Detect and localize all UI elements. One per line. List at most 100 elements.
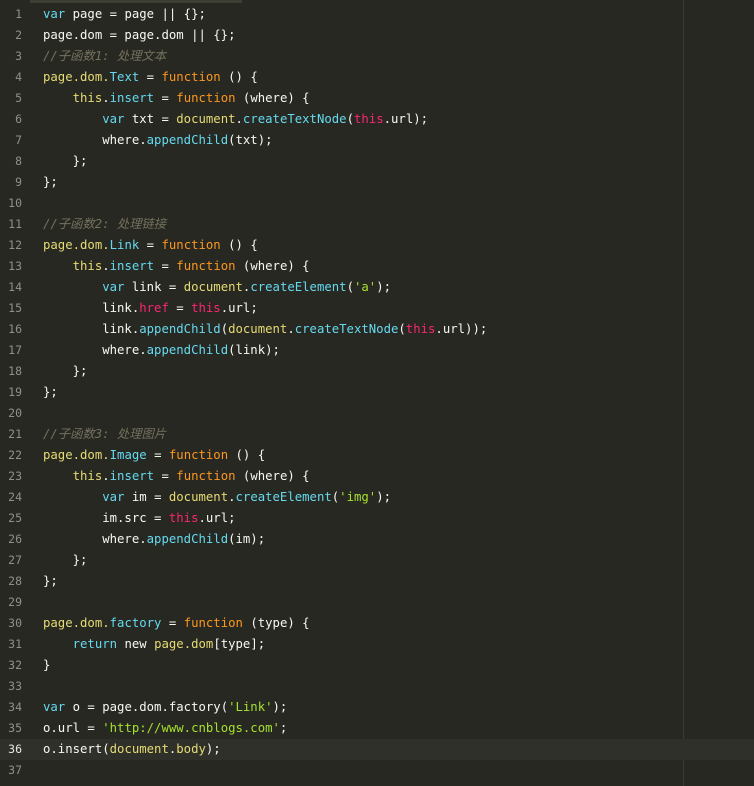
code-line[interactable]: 18 }; <box>0 361 754 382</box>
code-token: . <box>102 259 110 273</box>
code-token: this <box>72 259 103 273</box>
code-token: document <box>168 490 229 504</box>
code-token: document <box>109 742 169 756</box>
line-number: 15 <box>8 301 22 315</box>
line-number: 2 <box>15 28 22 42</box>
line-number: 28 <box>8 574 22 588</box>
code-line[interactable]: 24 var im = document.createElement('img'… <box>0 487 754 508</box>
code-line[interactable]: 9}; <box>0 172 754 193</box>
code-line[interactable]: 11 //子函数2: 处理链接 <box>0 214 754 235</box>
code-token: where. <box>43 532 147 546</box>
code-token: (link); <box>228 343 280 357</box>
code-token: (where) { <box>235 469 310 483</box>
code-token: im.src = <box>43 511 169 525</box>
code-token: page.dom = page.dom || {}; <box>43 28 236 42</box>
code-line[interactable]: 8 }; <box>0 151 754 172</box>
code-line[interactable]: 17 where.appendChild(link); <box>0 340 754 361</box>
code-line[interactable]: 6 var txt = document.createTextNode(this… <box>0 109 754 130</box>
code-text: this.insert = function (where) { <box>43 88 310 109</box>
code-line[interactable]: 32} <box>0 655 754 676</box>
code-token: ); <box>272 700 288 714</box>
code-token: createElement <box>250 280 347 294</box>
code-token: 'a' <box>353 280 377 294</box>
code-text: page.dom.factory = function (type) { <box>43 613 310 634</box>
line-number: 30 <box>8 616 22 630</box>
code-line[interactable]: 26 where.appendChild(im); <box>0 529 754 550</box>
code-token: [type]; <box>213 637 266 651</box>
code-token: //子函数2: 处理链接 <box>43 217 167 231</box>
code-line[interactable]: 5 this.insert = function (where) { <box>0 88 754 109</box>
code-line[interactable]: 7 where.appendChild(txt); <box>0 130 754 151</box>
line-number: 12 <box>8 238 22 252</box>
code-line[interactable]: 12 page.dom.Link = function () { <box>0 235 754 256</box>
code-line[interactable]: 34 var o = page.dom.factory('Link'); <box>0 697 754 718</box>
line-number: 29 <box>8 595 22 609</box>
code-token: }; <box>43 574 58 588</box>
code-token: function <box>176 259 236 273</box>
line-number: 32 <box>8 658 22 672</box>
code-line[interactable]: 1 var page = page || {}; <box>0 4 754 25</box>
code-token: insert <box>109 469 155 483</box>
line-number: 4 <box>15 70 22 84</box>
code-line[interactable]: 33 <box>0 676 754 697</box>
code-line[interactable]: 27 }; <box>0 550 754 571</box>
code-text: //子函数2: 处理链接 <box>43 214 166 235</box>
code-text: page.dom.Text = function () { <box>43 67 258 88</box>
code-text: var o = page.dom.factory('Link'); <box>43 697 287 718</box>
code-line[interactable]: 3 //子函数1: 处理文本 <box>0 46 754 67</box>
code-token: o.url = <box>43 721 103 735</box>
code-line[interactable]: 23 this.insert = function (where) { <box>0 466 754 487</box>
code-token: .url; <box>198 511 236 525</box>
code-line[interactable]: 36 o.insert(document.body); <box>0 739 754 760</box>
code-line[interactable]: 20 <box>0 403 754 424</box>
code-line[interactable]: 30 page.dom.factory = function (type) { <box>0 613 754 634</box>
code-line[interactable]: 28}; <box>0 571 754 592</box>
code-line[interactable]: 10 <box>0 193 754 214</box>
code-line[interactable]: 35 o.url = 'http://www.cnblogs.com'; <box>0 718 754 739</box>
code-line[interactable]: 16 link.appendChild(document.createTextN… <box>0 319 754 340</box>
code-token: page.dom. <box>43 616 110 630</box>
code-line[interactable]: 4 page.dom.Text = function () { <box>0 67 754 88</box>
code-token: link. <box>43 322 140 336</box>
code-token: 'img' <box>339 490 377 504</box>
code-line[interactable]: 2 page.dom = page.dom || {}; <box>0 25 754 46</box>
code-token: document <box>228 322 288 336</box>
code-token: }; <box>43 553 88 567</box>
code-line[interactable]: 31 return new page.dom[type]; <box>0 634 754 655</box>
code-token: factory <box>109 616 162 630</box>
code-line[interactable]: 19}; <box>0 382 754 403</box>
code-line[interactable]: 25 im.src = this.url; <box>0 508 754 529</box>
code-token: insert <box>109 259 155 273</box>
code-editor[interactable]: 1 var page = page || {}; 2 page.dom = page.… <box>0 0 754 786</box>
code-line[interactable]: 22 page.dom.Image = function () { <box>0 445 754 466</box>
code-line[interactable]: 15 link.href = this.url; <box>0 298 754 319</box>
line-number: 34 <box>8 700 22 714</box>
code-line[interactable]: 14 var link = document.createElement('a'… <box>0 277 754 298</box>
line-number: 27 <box>8 553 22 567</box>
line-number: 19 <box>8 385 22 399</box>
line-number: 26 <box>8 532 22 546</box>
code-line[interactable]: 13 this.insert = function (where) { <box>0 256 754 277</box>
code-text: link.appendChild(document.createTextNode… <box>43 319 487 340</box>
code-line[interactable]: 37 <box>0 760 754 781</box>
code-token: } <box>43 658 51 672</box>
code-line[interactable]: 29 <box>0 592 754 613</box>
line-number: 14 <box>8 280 22 294</box>
code-token: = <box>168 301 192 315</box>
code-text: } <box>43 655 50 676</box>
code-token: = <box>154 469 177 483</box>
code-token: = <box>139 238 162 252</box>
code-lines[interactable]: 1 var page = page || {}; 2 page.dom = page.… <box>0 4 754 781</box>
code-token: o.insert( <box>43 742 110 756</box>
code-token: = <box>139 70 162 84</box>
line-number: 8 <box>15 154 22 168</box>
code-line[interactable]: 21 //子函数3: 处理图片 <box>0 424 754 445</box>
line-number: 6 <box>15 112 22 126</box>
code-token: appendChild <box>146 532 229 546</box>
code-token: document <box>183 280 243 294</box>
line-number: 16 <box>8 322 22 336</box>
code-token: appendChild <box>146 343 229 357</box>
code-text: }; <box>43 172 58 193</box>
code-text: return new page.dom[type]; <box>43 634 266 655</box>
